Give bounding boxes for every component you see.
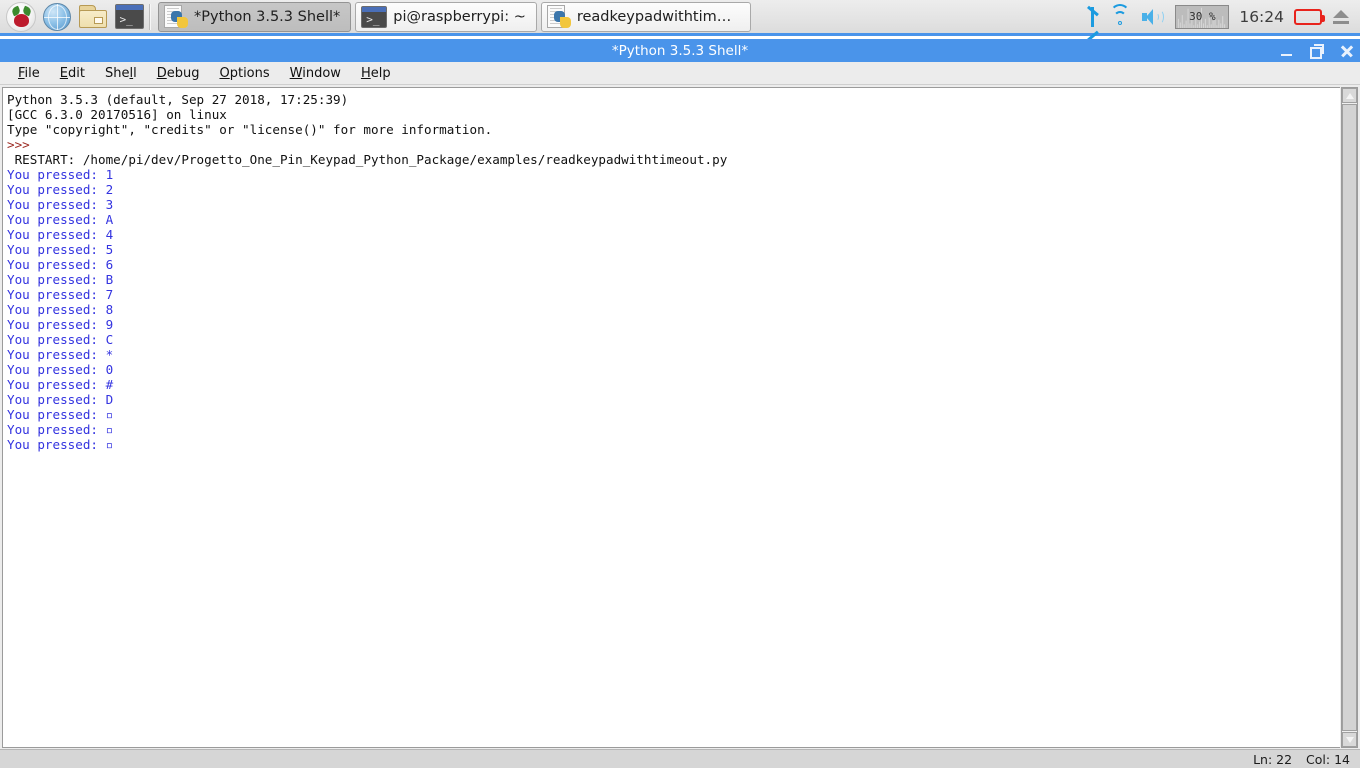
battery-icon[interactable] — [1294, 8, 1325, 25]
console-line: Python 3.5.3 (default, Sep 27 2018, 17:2… — [7, 92, 349, 107]
console-line: You pressed: ▫ — [7, 407, 114, 422]
scroll-down-button[interactable] — [1342, 732, 1357, 747]
taskbar-window-label: *Python 3.5.3 Shell* — [194, 8, 341, 25]
console-line: You pressed: ▫ — [7, 437, 114, 452]
system-tray: 30 % 16:24 — [1085, 3, 1360, 41]
window-controls — [1280, 39, 1354, 62]
taskbar-window-readkeypad[interactable]: readkeypadwithtimeo… — [540, 1, 751, 32]
console-line: RESTART: /home/pi/dev/Progetto_One_Pin_K… — [7, 152, 728, 167]
console-line: You pressed: # — [7, 377, 114, 392]
console-line: You pressed: ▫ — [7, 422, 114, 437]
window-titlebar[interactable]: *Python 3.5.3 Shell* — [0, 39, 1360, 62]
console-line: You pressed: 3 — [7, 197, 114, 212]
statusbar: Ln: 22 Col: 14 — [0, 749, 1360, 768]
vertical-scrollbar[interactable] — [1341, 87, 1358, 748]
maximize-button[interactable] — [1310, 43, 1324, 59]
console-line: You pressed: C — [7, 332, 114, 347]
taskbar-window-label: readkeypadwithtimeo… — [576, 8, 740, 25]
cpu-monitor[interactable]: 30 % — [1175, 4, 1230, 29]
folder-icon — [79, 5, 107, 28]
menu-item-options[interactable]: Options — [209, 64, 279, 83]
window-list: *Python 3.5.3 Shell* >_ pi@raspberrypi: … — [154, 1, 1085, 32]
taskbar-window-label: pi@raspberrypi: ~ — [393, 8, 526, 25]
console-line: You pressed: 8 — [7, 302, 114, 317]
console-line: >>> — [7, 137, 30, 152]
wifi-icon[interactable] — [1109, 3, 1131, 26]
launcher-raspberry-menu[interactable] — [4, 1, 38, 33]
shell-output-text: Python 3.5.3 (default, Sep 27 2018, 17:2… — [3, 88, 1340, 452]
console-line: You pressed: B — [7, 272, 114, 287]
terminal-icon: >_ — [361, 5, 388, 28]
menu-item-window[interactable]: Window — [280, 64, 351, 83]
python-file-icon — [164, 4, 188, 29]
python-file-icon — [546, 4, 571, 29]
console-line: You pressed: 0 — [7, 362, 114, 377]
menu-item-edit[interactable]: Edit — [50, 64, 95, 83]
console-line: You pressed: D — [7, 392, 114, 407]
console-line: You pressed: 2 — [7, 182, 114, 197]
launcher-area: >_ — [0, 1, 146, 33]
console-line: [GCC 6.3.0 20170516] on linux — [7, 107, 227, 122]
terminal-icon: >_ — [114, 4, 144, 29]
clock-label[interactable]: 16:24 — [1239, 8, 1284, 26]
menu-item-shell[interactable]: Shell — [95, 64, 147, 83]
console-line: You pressed: * — [7, 347, 114, 362]
cpu-percent-label: 30 % — [1189, 9, 1216, 23]
raspberry-icon — [6, 1, 36, 32]
launcher-file-manager[interactable] — [76, 1, 110, 33]
window-title: *Python 3.5.3 Shell* — [611, 42, 749, 59]
console-line: You pressed: 7 — [7, 287, 114, 302]
taskbar-window-python-shell[interactable]: *Python 3.5.3 Shell* — [158, 1, 352, 32]
console-line: You pressed: A — [7, 212, 114, 227]
console-area: Python 3.5.3 (default, Sep 27 2018, 17:2… — [0, 86, 1360, 749]
close-button[interactable] — [1340, 44, 1354, 58]
minimize-button[interactable] — [1280, 44, 1294, 58]
taskbar-window-terminal[interactable]: >_ pi@raspberrypi: ~ — [355, 1, 537, 32]
console-line: Type "copyright", "credits" or "license(… — [7, 122, 493, 137]
console-line: You pressed: 5 — [7, 242, 114, 257]
status-column-number: Col: 14 — [1306, 751, 1350, 767]
launcher-terminal[interactable]: >_ — [112, 1, 146, 33]
scroll-up-button[interactable] — [1342, 88, 1357, 103]
console-line: You pressed: 1 — [7, 167, 114, 182]
menu-item-debug[interactable]: Debug — [147, 64, 210, 83]
python-shell-window: *Python 3.5.3 Shell* File Edit Shell Debug O… — [0, 39, 1360, 768]
taskbar-divider — [149, 3, 151, 30]
console-line: You pressed: 6 — [7, 257, 114, 272]
launcher-web-browser[interactable] — [40, 1, 74, 33]
scrollbar-thumb[interactable] — [1342, 104, 1357, 731]
globe-icon — [43, 2, 71, 31]
chevron-up-icon — [1345, 92, 1354, 99]
menu-item-file[interactable]: File — [8, 64, 50, 83]
status-line-number: Ln: 22 — [1253, 751, 1293, 767]
eject-icon[interactable] — [1332, 9, 1350, 25]
menubar: File Edit Shell Debug Options Window Help — [0, 62, 1360, 85]
bluetooth-icon[interactable] — [1085, 5, 1100, 41]
shell-output-pane[interactable]: Python 3.5.3 (default, Sep 27 2018, 17:2… — [2, 87, 1340, 748]
chevron-down-icon — [1345, 736, 1354, 743]
volume-icon[interactable] — [1141, 8, 1165, 26]
console-line: You pressed: 4 — [7, 227, 114, 242]
console-line: You pressed: 9 — [7, 317, 114, 332]
taskbar: >_ *Python 3.5.3 Shell* >_ pi@raspberryp… — [0, 0, 1360, 41]
menu-item-help[interactable]: Help — [351, 64, 401, 83]
